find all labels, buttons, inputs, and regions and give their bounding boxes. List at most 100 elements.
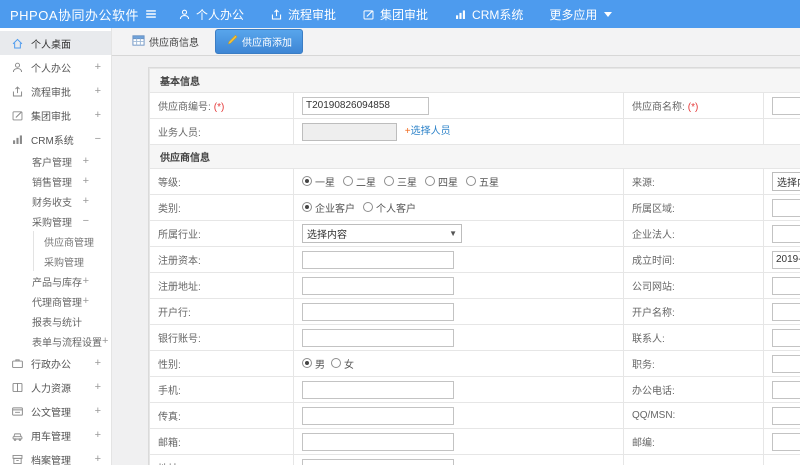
radio-personal-customer[interactable]: 个人客户 (363, 200, 416, 215)
fax-input[interactable] (302, 406, 454, 425)
sidebar-item-admin-office[interactable]: 行政办公 + (0, 351, 111, 375)
topmenu-more-apps[interactable]: 更多应用 (549, 6, 613, 23)
pencil-add-icon (226, 34, 238, 49)
expand-icon[interactable]: + (83, 295, 89, 307)
job-title-input[interactable] (772, 354, 800, 373)
qq-msn-input[interactable] (772, 406, 800, 425)
sidebar-item-product-inventory[interactable]: 产品与库存 + (0, 271, 111, 291)
sidebar-item-label: 报表与统计 (32, 317, 82, 329)
office-phone-input[interactable] (772, 380, 800, 399)
radio-grade-2star[interactable]: 二星 (343, 174, 376, 189)
radio-grade-3star[interactable]: 三星 (384, 174, 417, 189)
car-icon (11, 429, 24, 442)
topmenu-personal-office[interactable]: 个人办公 (178, 6, 244, 23)
select-staff-link[interactable]: +选择人员 (405, 126, 451, 137)
radio-label: 女 (344, 359, 354, 371)
expand-icon[interactable]: + (95, 453, 101, 465)
sidebar-item-agent-mgmt[interactable]: 代理商管理 + (0, 291, 111, 311)
caret-down-icon (604, 11, 613, 17)
collapse-icon[interactable]: − (83, 215, 89, 227)
zip-input[interactable] (772, 432, 800, 451)
bar-chart-icon (454, 8, 467, 21)
sidebar-item-document-mgmt[interactable]: 公文管理 + (0, 399, 111, 423)
upload-box-icon (11, 85, 24, 98)
sidebar-item-sales-mgmt[interactable]: 销售管理 + (0, 171, 111, 191)
user-icon (11, 61, 24, 74)
staff-input[interactable] (302, 122, 397, 141)
sidebar-item-purchase-mgmt[interactable]: 采购管理 − (0, 211, 111, 231)
sidebar-item-label: 采购管理 (32, 217, 72, 229)
topmenu-label: 个人办公 (196, 7, 245, 22)
sidebar-item-reports[interactable]: 报表与统计 (0, 311, 111, 331)
email-input[interactable] (302, 432, 454, 451)
collapse-icon[interactable]: − (95, 133, 101, 145)
established-date-input[interactable] (772, 250, 800, 269)
tab-supplier-add[interactable]: 供应商添加 (215, 29, 303, 54)
sidebar-item-finance[interactable]: 财务收支 + (0, 191, 111, 211)
legal-person-input[interactable] (772, 224, 800, 243)
radio-label: 三星 (397, 177, 417, 189)
contact-input[interactable] (772, 328, 800, 347)
sidebar-item-supplier-mgmt[interactable]: 供应商管理 (0, 231, 111, 251)
expand-icon[interactable]: + (102, 335, 108, 347)
bank-input[interactable] (302, 302, 454, 321)
registered-capital-input[interactable] (302, 250, 454, 269)
registered-address-input[interactable] (302, 276, 454, 295)
expand-icon[interactable]: + (83, 195, 89, 207)
supplier-name-input[interactable] (772, 96, 800, 115)
sidebar-item-purchasing[interactable]: 采购管理 (0, 251, 111, 271)
sidebar-item-vehicle-mgmt[interactable]: 用车管理 + (0, 423, 111, 447)
radio-female[interactable]: 女 (331, 356, 354, 371)
industry-select[interactable]: 选择内容 ▼ (302, 224, 462, 243)
sidebar-item-group-approval[interactable]: 集团审批 + (0, 103, 111, 127)
supplier-name-label: 供应商名称: (632, 102, 685, 113)
sidebar-item-archive-mgmt[interactable]: 档案管理 + (0, 447, 111, 465)
select-value: 选择内容 (307, 230, 347, 241)
radio-grade-5star[interactable]: 五星 (466, 174, 499, 189)
bank-account-input[interactable] (302, 328, 454, 347)
bank-account-label: 银行账号: (158, 334, 201, 345)
radio-grade-1star[interactable]: 一星 (302, 174, 335, 189)
address-input[interactable] (302, 458, 454, 465)
edit-square-icon (362, 8, 375, 21)
source-select[interactable]: 选择内容▼ (772, 172, 800, 191)
supplier-code-input[interactable] (302, 96, 429, 115)
expand-icon[interactable]: + (95, 357, 101, 369)
radio-enterprise-customer[interactable]: 企业客户 (302, 200, 355, 215)
registered-address-label: 注册地址: (158, 282, 201, 293)
sidebar-item-crm-system[interactable]: CRM系统 − (0, 127, 111, 151)
region-input[interactable] (772, 198, 800, 217)
bank-label: 开户行: (158, 308, 191, 319)
expand-icon[interactable]: + (95, 429, 101, 441)
sidebar-item-workflow-approval[interactable]: 流程审批 + (0, 79, 111, 103)
expand-icon[interactable]: + (83, 155, 89, 167)
account-name-input[interactable] (772, 302, 800, 321)
radio-grade-4star[interactable]: 四星 (425, 174, 458, 189)
expand-icon[interactable]: + (83, 275, 89, 287)
expand-icon[interactable]: + (95, 405, 101, 417)
topmenu-workflow-approval[interactable]: 流程审批 (270, 6, 336, 23)
briefcase-icon (11, 357, 24, 370)
job-title-label: 职务: (632, 360, 655, 371)
topmenu-group-approval[interactable]: 集团审批 (362, 6, 428, 23)
website-input[interactable] (772, 276, 800, 295)
sidebar-item-personal-office[interactable]: 个人办公 + (0, 55, 111, 79)
sidebar-toggle-icon[interactable] (138, 7, 164, 21)
expand-icon[interactable]: + (95, 381, 101, 393)
expand-icon[interactable]: + (95, 109, 101, 121)
mobile-input[interactable] (302, 380, 454, 399)
radio-male[interactable]: 男 (302, 356, 325, 371)
sidebar-item-hr[interactable]: 人力资源 + (0, 375, 111, 399)
grade-label: 等级: (158, 178, 181, 189)
content-area: 供应商信息 供应商添加 基本信息 供应商编号:(*) 供应商名称:(*) (112, 28, 800, 465)
sidebar-item-form-workflow-settings[interactable]: 表单与流程设置 + (0, 331, 111, 351)
sidebar-item-label: 集团审批 (31, 111, 71, 123)
expand-icon[interactable]: + (95, 61, 101, 73)
expand-icon[interactable]: + (95, 85, 101, 97)
tab-supplier-info[interactable]: 供应商信息 (124, 30, 207, 54)
section-title-supplier-info: 供应商信息 (149, 144, 800, 169)
expand-icon[interactable]: + (83, 175, 89, 187)
sidebar-item-personal-desktop[interactable]: 个人桌面 (0, 31, 111, 55)
sidebar-item-customer-mgmt[interactable]: 客户管理 + (0, 151, 111, 171)
topmenu-crm-system[interactable]: CRM系统 (454, 6, 523, 23)
